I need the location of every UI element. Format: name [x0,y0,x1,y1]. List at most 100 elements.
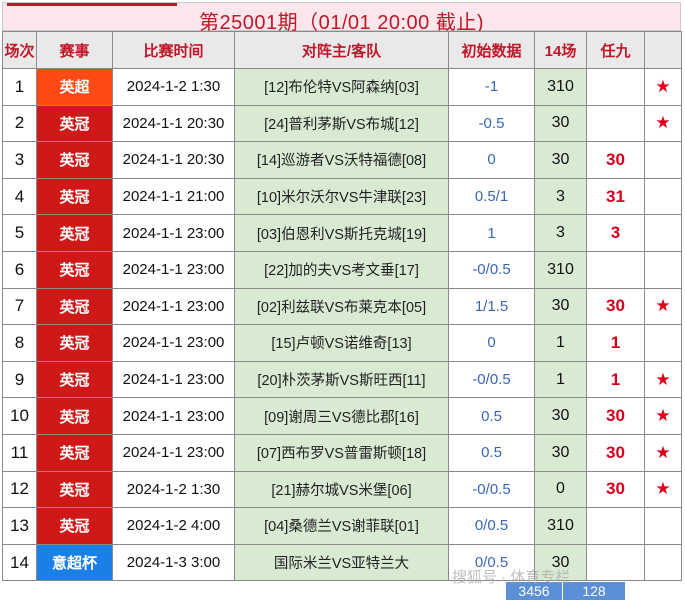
league-badge: 意超杯 [36,543,113,582]
match-time: 2024-1-2 1:30 [112,68,235,106]
row-number: 4 [2,177,37,216]
table-row: 6 英冠 2024-1-1 23:00 [22]加的夫VS考文垂[17] -0/0.5 3… [2,250,682,289]
pick-r9 [586,250,645,289]
match-teams: [10]米尔沃尔VS牛津联[23] [234,177,449,216]
match-time: 2024-1-1 23:00 [112,397,235,435]
table-row: 8 英冠 2024-1-1 23:00 [15]卢顿VS诺维奇[13] 0 1 1 [2,324,682,362]
star-icon: ★ [644,360,682,399]
league-badge: 英冠 [36,397,113,435]
table-row: 1 英超 2024-1-2 1:30 [12]布伦特VS阿森纳[03] -1 310 ★ [2,68,682,106]
star-icon: ★ [644,397,682,435]
initial-odds: -1 [448,68,535,106]
match-time: 2024-1-2 4:00 [112,507,235,545]
row-number: 13 [2,507,37,545]
league-badge: 英冠 [36,470,113,509]
initial-odds: 0.5 [448,397,535,435]
league-badge: 英冠 [36,177,113,216]
pick-14: 0 [534,470,587,509]
table-row: 2 英冠 2024-1-1 20:30 [24]普利茅斯VS布城[12] -0.5 30 ★ [2,104,682,143]
match-time: 2024-1-2 1:30 [112,470,235,509]
initial-odds: 1 [448,214,535,252]
table-row: 10 英冠 2024-1-1 23:00 [09]谢周三VS德比郡[16] 0.5 30 3… [2,397,682,435]
pick-14: 30 [534,287,587,326]
pick-14: 310 [534,507,587,545]
initial-odds: 0 [448,141,535,179]
league-badge: 英冠 [36,433,113,472]
pick-14: 30 [534,397,587,435]
row-number: 2 [2,104,37,143]
pick-r9: 30 [586,397,645,435]
match-time: 2024-1-3 3:00 [112,543,235,582]
match-time: 2024-1-1 20:30 [112,141,235,179]
league-badge: 英冠 [36,507,113,545]
match-teams: [07]西布罗VS普雷斯顿[18] [234,433,449,472]
pick-14: 30 [534,433,587,472]
star-icon [644,507,682,545]
league-badge: 英冠 [36,360,113,399]
initial-odds: 1/1.5 [448,287,535,326]
pick-14: 3 [534,214,587,252]
pick-r9: 3 [586,214,645,252]
row-number: 9 [2,360,37,399]
pick-14: 30 [534,104,587,143]
initial-odds: 0 [448,324,535,362]
match-teams: [12]布伦特VS阿森纳[03] [234,68,449,106]
pick-14: 1 [534,360,587,399]
match-time: 2024-1-1 23:00 [112,250,235,289]
row-number: 5 [2,214,37,252]
star-icon: ★ [644,287,682,326]
table-row: 9 英冠 2024-1-1 23:00 [20]朴茨茅斯VS斯旺西[11] -0/0.5… [2,360,682,399]
league-badge: 英冠 [36,104,113,143]
initial-odds: -0/0.5 [448,250,535,289]
title-bar: 第25001期（01/01 20:00 截止) [2,2,681,34]
initial-odds: -0/0.5 [448,360,535,399]
pick-r9: 30 [586,287,645,326]
table-row: 5 英冠 2024-1-1 23:00 [03]伯恩利VS斯托克城[19] 1 3 3 [2,214,682,252]
league-badge: 英冠 [36,250,113,289]
match-teams: [20]朴茨茅斯VS斯旺西[11] [234,360,449,399]
star-icon: ★ [644,68,682,106]
league-badge: 英冠 [36,141,113,179]
league-badge: 英超 [36,68,113,106]
pick-14: 30 [534,141,587,179]
match-teams: [22]加的夫VS考文垂[17] [234,250,449,289]
row-number: 14 [2,543,37,582]
match-time: 2024-1-1 21:00 [112,177,235,216]
match-teams: [24]普利茅斯VS布城[12] [234,104,449,143]
row-number: 1 [2,68,37,106]
col-header-r9: 任九 [586,31,645,69]
row-number: 12 [2,470,37,509]
match-teams: [02]利兹联VS布莱克本[05] [234,287,449,326]
table-row: 11 英冠 2024-1-1 23:00 [07]西布罗VS普雷斯顿[18] 0.5 30… [2,433,682,472]
star-icon: ★ [644,470,682,509]
table-row: 3 英冠 2024-1-1 20:30 [14]巡游者VS沃特福德[08] 0 30 30 [2,141,682,179]
star-icon: ★ [644,433,682,472]
table-row: 14 意超杯 2024-1-3 3:00 国际米兰VS亚特兰大 0/0.5 30 [2,543,682,582]
initial-odds: 0.5/1 [448,177,535,216]
col-header-no: 场次 [2,31,37,69]
star-icon [644,543,682,582]
match-teams: [03]伯恩利VS斯托克城[19] [234,214,449,252]
col-header-odds: 初始数据 [448,31,535,69]
table-row: 7 英冠 2024-1-1 23:00 [02]利兹联VS布莱克本[05] 1/1.5 3… [2,287,682,326]
col-header-match: 对阵主/客队 [234,31,449,69]
row-number: 8 [2,324,37,362]
star-icon [644,250,682,289]
match-teams: 国际米兰VS亚特兰大 [234,543,449,582]
pick-14: 1 [534,324,587,362]
pick-r9 [586,507,645,545]
match-time: 2024-1-1 23:00 [112,433,235,472]
league-badge: 英冠 [36,324,113,362]
league-badge: 英冠 [36,287,113,326]
match-teams: [09]谢周三VS德比郡[16] [234,397,449,435]
table-row: 13 英冠 2024-1-2 4:00 [04]桑德兰VS谢菲联[01] 0/0.5 31… [2,507,682,545]
row-number: 3 [2,141,37,179]
row-number: 10 [2,397,37,435]
row-number: 11 [2,433,37,472]
col-header-league: 赛事 [36,31,113,69]
star-icon: ★ [644,104,682,143]
initial-odds: -0/0.5 [448,470,535,509]
initial-odds: -0.5 [448,104,535,143]
row-number: 6 [2,250,37,289]
match-time: 2024-1-1 23:00 [112,214,235,252]
